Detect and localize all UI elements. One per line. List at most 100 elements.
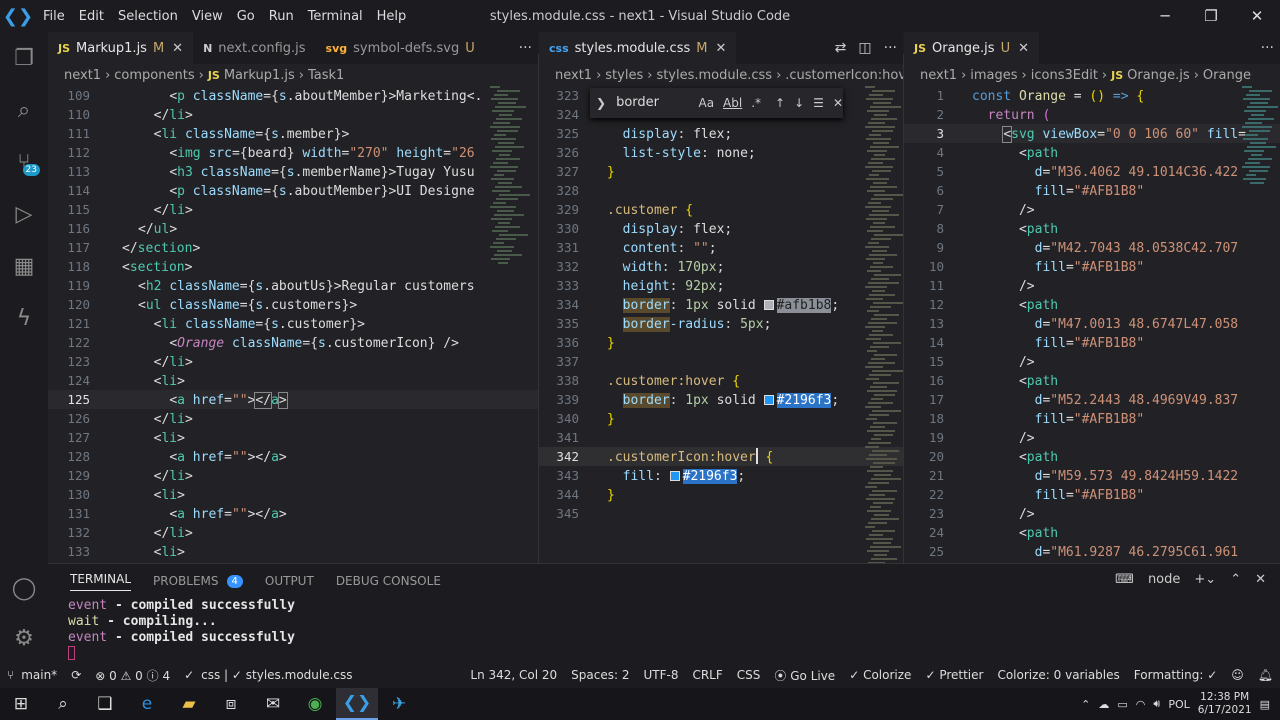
code-line[interactable]: 121 <li className={s.customer}> <box>48 314 538 333</box>
code-line[interactable]: 4 <path <box>904 143 1280 162</box>
breadcrumb-item[interactable]: components <box>114 68 194 83</box>
colorize-variables[interactable]: Colorize: 0 variables <box>997 668 1119 682</box>
menu-help[interactable]: Help <box>377 9 407 24</box>
terminal-shell-label[interactable]: node <box>1148 572 1180 587</box>
code-line[interactable]: 1 const Orange = () => { <box>904 86 1280 105</box>
code-line[interactable]: 6 fill="#AFB1B8" <box>904 181 1280 200</box>
colorize-button[interactable]: ✓ Colorize <box>849 668 911 682</box>
code-line[interactable]: 334 border: 1px solid #afb1b8; <box>539 295 903 314</box>
code-line[interactable]: 2 return ( <box>904 105 1280 124</box>
source-control-icon[interactable]: ⑂ 23 <box>0 136 48 188</box>
code-line[interactable]: 13 d="M47.0013 48.6747L47.058 <box>904 314 1280 333</box>
tab-debug-console[interactable]: DEBUG CONSOLE <box>336 574 441 588</box>
breadcrumb-item[interactable]: icons3Edit <box>1031 68 1098 83</box>
code-line[interactable]: 129 </li> <box>48 466 538 485</box>
search-icon[interactable]: ⌕ <box>0 84 48 136</box>
close-tab-icon[interactable]: ✕ <box>715 41 726 56</box>
code-line[interactable]: 14 fill="#AFB1B8" <box>904 333 1280 352</box>
code-line[interactable]: 114 <p className={s.aboutMember}>UI Desi… <box>48 181 538 200</box>
telegram-icon[interactable]: ✈ <box>378 688 420 720</box>
code-line[interactable]: 117 </section> <box>48 238 538 257</box>
breadcrumb-item[interactable]: images <box>970 68 1017 83</box>
editor-tab[interactable]: svg symbol-defs.svg U <box>316 32 485 64</box>
compare-icon[interactable]: ⇄ <box>835 40 847 56</box>
code-area-right[interactable]: 1 const Orange = () => {2 return (3 <svg … <box>904 86 1280 563</box>
minimap-right[interactable] <box>1242 86 1280 563</box>
code-line[interactable]: 336} <box>539 333 903 352</box>
code-line[interactable]: 130 <li> <box>48 485 538 504</box>
find-in-selection-icon[interactable]: ☰ <box>813 96 824 110</box>
breadcrumb-item[interactable]: .customerIcon:hove <box>785 68 903 83</box>
find-input[interactable]: border <box>614 92 689 114</box>
code-line[interactable]: 332 width: 170px; <box>539 257 903 276</box>
code-line[interactable]: 110 </li> <box>48 105 538 124</box>
code-line[interactable]: 327} <box>539 162 903 181</box>
code-line[interactable]: 11 /> <box>904 276 1280 295</box>
explorer-icon[interactable]: ❐ <box>0 32 48 84</box>
code-line[interactable]: 339 border: 1px solid #2196f3; <box>539 390 903 409</box>
code-line[interactable]: 24 <path <box>904 523 1280 542</box>
code-line[interactable]: 20 <path <box>904 447 1280 466</box>
code-line[interactable]: 111 <li className={s.member}> <box>48 124 538 143</box>
breadcrumb-item[interactable]: JS <box>1111 69 1123 82</box>
breadcrumb-item[interactable]: Task1 <box>308 68 344 83</box>
code-line[interactable]: 338 .customer:hover { <box>539 371 903 390</box>
tab-problems[interactable]: PROBLEMS <box>153 574 219 588</box>
more-actions-icon[interactable]: ··· <box>519 40 532 56</box>
code-line[interactable]: 132 </li> <box>48 523 538 542</box>
code-line[interactable]: 23 /> <box>904 504 1280 523</box>
cursor-position[interactable]: Ln 342, Col 20 <box>470 668 557 682</box>
code-line[interactable]: 343 fill: #2196f3; <box>539 466 903 485</box>
code-line[interactable]: 133 <li> <box>48 542 538 561</box>
code-line[interactable]: 342 .customerIcon:hover { <box>539 447 903 466</box>
code-line[interactable]: 12 <path <box>904 295 1280 314</box>
code-line[interactable]: 16 <path <box>904 371 1280 390</box>
code-line[interactable]: 330 display: flex; <box>539 219 903 238</box>
code-line[interactable]: 22 fill="#AFB1B8" <box>904 485 1280 504</box>
code-line[interactable]: 122 <Orange className={s.customerIcon} /… <box>48 333 538 352</box>
breadcrumb-item[interactable]: styles.module.css <box>656 68 772 83</box>
code-line[interactable]: 335 border-radius: 5px; <box>539 314 903 333</box>
minimap-left[interactable] <box>490 86 532 563</box>
problems-summary[interactable]: ⊗ 0 ⚠ 0 ⓘ 4 <box>95 667 170 684</box>
code-line[interactable]: 128 <a href=""></a> <box>48 447 538 466</box>
menu-run[interactable]: Run <box>269 9 294 24</box>
code-line[interactable]: 127 <li> <box>48 428 538 447</box>
code-line[interactable]: 340} <box>539 409 903 428</box>
notifications-icon[interactable]: 🔔︎ <box>1258 668 1273 682</box>
minimap-middle[interactable] <box>865 86 903 563</box>
terminal-output[interactable]: event - compiled successfully wait - comp… <box>48 598 1280 665</box>
editor-tab[interactable]: JS Orange.js U ✕ <box>904 32 1039 64</box>
code-line[interactable]: 337 <box>539 352 903 371</box>
code-area-left[interactable]: 109 <p className={s.aboutMember}>Marketi… <box>48 86 538 563</box>
close-window-icon[interactable]: ✕ <box>1234 0 1280 32</box>
code-line[interactable]: 116 </ul> <box>48 219 538 238</box>
code-line[interactable]: 3 <svg viewBox="0 0 106 60" fill= <box>904 124 1280 143</box>
code-line[interactable]: 331 content: ""; <box>539 238 903 257</box>
run-debug-icon[interactable]: ▷ <box>0 188 48 240</box>
chrome-icon[interactable]: ◉ <box>294 688 336 720</box>
close-tab-icon[interactable]: ✕ <box>172 41 183 56</box>
clock[interactable]: 12:38 PM 6/17/2021 <box>1198 691 1252 717</box>
account-icon[interactable]: ◯ <box>0 562 48 614</box>
tab-output[interactable]: OUTPUT <box>265 574 314 588</box>
breadcrumb-item[interactable]: next1 <box>555 68 592 83</box>
menu-terminal[interactable]: Terminal <box>308 9 363 24</box>
menu-selection[interactable]: Selection <box>118 9 178 24</box>
indentation[interactable]: Spaces: 2 <box>571 668 629 682</box>
code-line[interactable]: 326 list-style: none; <box>539 143 903 162</box>
menu-view[interactable]: View <box>192 9 223 24</box>
previous-match-icon[interactable]: ↑ <box>775 96 785 110</box>
tab-terminal[interactable]: TERMINAL <box>70 572 132 591</box>
code-line[interactable]: 329 .customer { <box>539 200 903 219</box>
close-panel-icon[interactable]: ✕ <box>1255 572 1266 587</box>
code-line[interactable]: 120 <ul className={s.customers}> <box>48 295 538 314</box>
code-line[interactable]: 124 <li> <box>48 371 538 390</box>
formatting-status[interactable]: Formatting: ✓ <box>1134 668 1217 682</box>
code-line[interactable]: 10 fill="#AFB1B8" <box>904 257 1280 276</box>
code-line[interactable]: 19 /> <box>904 428 1280 447</box>
toggle-replace-icon[interactable]: ❯ <box>596 96 606 110</box>
split-editor-icon[interactable]: ◫ <box>858 40 871 56</box>
code-line[interactable]: 7 /> <box>904 200 1280 219</box>
settings-gear-icon[interactable]: ⚙ <box>0 612 48 664</box>
